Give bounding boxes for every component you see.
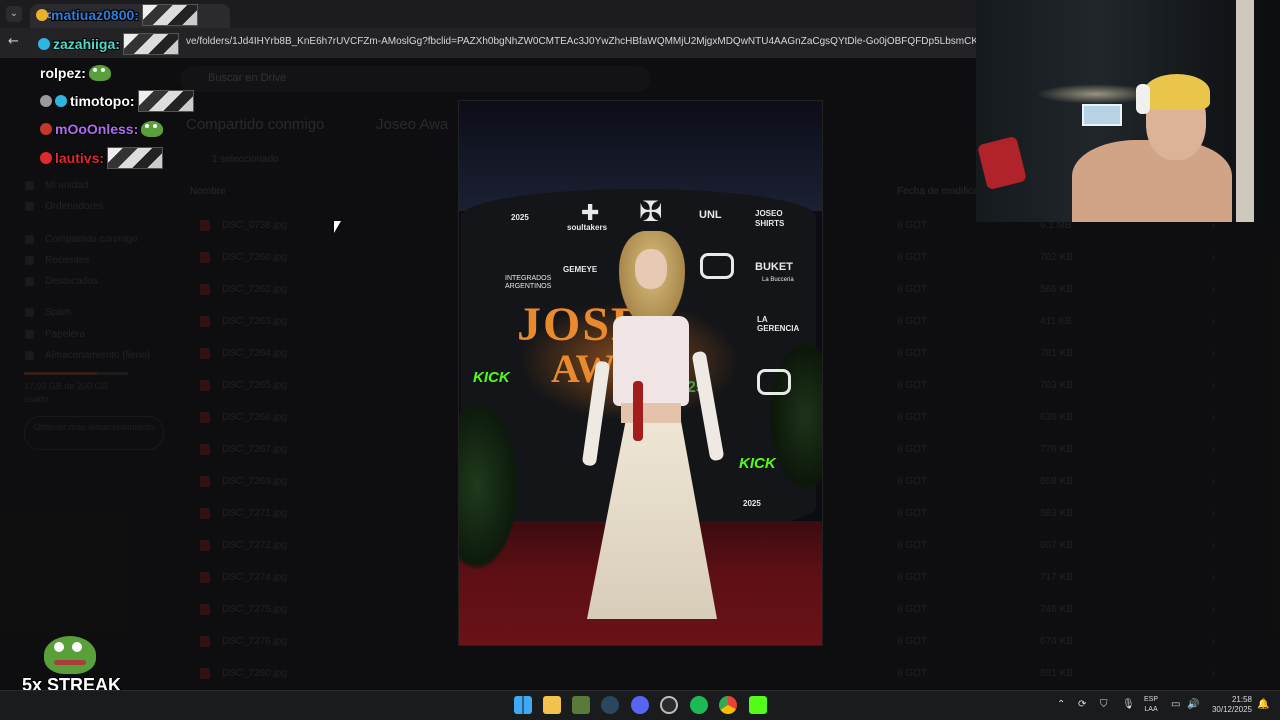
ornate-cross-icon: ✠ xyxy=(639,195,663,228)
start-windows-icon[interactable] xyxy=(514,696,532,714)
sync-icon[interactable]: ⟳ xyxy=(1078,699,1086,710)
minecraft-icon[interactable] xyxy=(572,696,590,714)
chat-message: rolpez: xyxy=(40,61,111,85)
screen: Buscar en Drive Compartido conmigo Joseo… xyxy=(0,0,1280,720)
chat-emote-icon xyxy=(141,4,198,26)
chat-message: lautivs: xyxy=(40,146,164,170)
steam-icon[interactable] xyxy=(601,696,619,714)
streamer-cap xyxy=(1144,74,1210,110)
tray-chevron-icon[interactable]: ⌃ xyxy=(1057,699,1065,710)
url-field[interactable]: ve/folders/1Jd4IHYrb8B_KnE6h7rUVCFZm-AMo… xyxy=(186,36,976,47)
microphone-icon[interactable]: 🎙 xyxy=(1122,699,1135,710)
file-explorer-icon[interactable] xyxy=(543,696,561,714)
notification-bell-icon[interactable]: 🔔 xyxy=(1257,699,1269,710)
subject-skirt xyxy=(587,419,717,619)
chat-username: zazahiiga: xyxy=(53,36,120,52)
discord-icon[interactable] xyxy=(631,696,649,714)
logo-unl: UNL xyxy=(699,209,722,221)
pepe-emote-icon xyxy=(88,65,111,81)
chat-badge-icon xyxy=(40,123,52,135)
logo-joseo-shirts: JOSEO SHIRTS xyxy=(755,209,785,228)
chat-badge-icon xyxy=(40,95,52,107)
network-icon[interactable]: ▭ xyxy=(1171,699,1180,710)
chrome-icon[interactable] xyxy=(719,696,737,714)
chat-username: rolpez: xyxy=(40,65,86,81)
keyboard-layout: LAA xyxy=(1144,706,1158,713)
streamer-body xyxy=(1072,140,1232,222)
chat-emote-icon xyxy=(107,147,164,169)
pepe-emote-icon xyxy=(141,121,164,137)
back-arrow-icon[interactable]: ← xyxy=(8,34,24,50)
logo-2025-bottom: 2025 xyxy=(743,499,761,508)
chat-username: matiuaz0800: xyxy=(51,7,139,23)
chat-emote-icon xyxy=(122,33,179,55)
image-preview[interactable]: ✚ soultakers ✠ UNL JOSEO SHIRTS LA GEREN… xyxy=(459,101,822,645)
chat-emote-icon xyxy=(137,90,194,112)
chat-username: lautivs: xyxy=(55,150,105,166)
logo-kick-left: KICK xyxy=(473,369,510,386)
shield-icon[interactable]: ⛉ xyxy=(1100,699,1108,710)
language-indicator[interactable]: ESP LAA xyxy=(1144,695,1158,715)
pepe-streak-icon xyxy=(44,636,96,674)
subject-top xyxy=(613,316,689,406)
webcam-monitor xyxy=(1082,104,1122,126)
spotify-icon[interactable] xyxy=(690,696,708,714)
chat-badge-icon xyxy=(38,38,50,50)
chat-message: zazahiiga: xyxy=(38,32,179,56)
subject-red-stain xyxy=(633,381,643,441)
logo-la-gerencia: LA GERENCIA xyxy=(757,315,800,333)
subject-face xyxy=(635,249,667,289)
kick-icon[interactable] xyxy=(749,696,767,714)
logo-integrados-argentinos: INTEGRADOS ARGENTINOS xyxy=(505,275,552,290)
chat-badge-icon xyxy=(40,152,52,164)
photo-subject xyxy=(569,231,729,631)
logo-kick-right: KICK xyxy=(739,455,776,472)
chat-message: mOoOnless: xyxy=(40,117,164,141)
taskbar: ⌃ ⟳ ⛉ 🎙 ESP LAA ▭ 🔊 21:58 30/12/2025 🔔 xyxy=(0,690,1280,720)
obs-icon[interactable] xyxy=(660,696,678,714)
subject-right-arm xyxy=(691,350,725,462)
webcam-pillar xyxy=(1236,0,1254,222)
tab-search-chevron-icon[interactable]: ⌄ xyxy=(6,6,22,22)
mouse-cursor xyxy=(334,221,341,233)
streamer-headset xyxy=(1136,84,1150,114)
subject-left-arm xyxy=(581,360,611,467)
clock[interactable]: 21:58 30/12/2025 xyxy=(1208,695,1252,715)
chat-badge-icon xyxy=(36,9,48,21)
photo-plant-right xyxy=(769,341,822,491)
chat-badge-icon xyxy=(55,95,67,107)
ring-logo-icon-2 xyxy=(757,369,791,395)
logo-la-bucceria: La Bucceria xyxy=(762,277,794,283)
webcam-overlay xyxy=(976,0,1280,222)
chat-username: mOoOnless: xyxy=(55,121,139,137)
volume-icon[interactable]: 🔊 xyxy=(1187,699,1199,710)
chat-username: timotopo: xyxy=(70,93,135,109)
clock-date: 30/12/2025 xyxy=(1211,705,1252,714)
logo-2025-top: 2025 xyxy=(511,213,529,222)
logo-buket: BUKET xyxy=(755,261,793,273)
clock-time: 21:58 xyxy=(1231,695,1252,704)
subject-midriff xyxy=(621,403,681,423)
chat-message: timotopo: xyxy=(40,89,194,113)
language-code: ESP xyxy=(1144,696,1159,703)
chat-message: matiuaz0800: xyxy=(36,3,198,27)
photo-plant-left xyxy=(459,401,519,571)
